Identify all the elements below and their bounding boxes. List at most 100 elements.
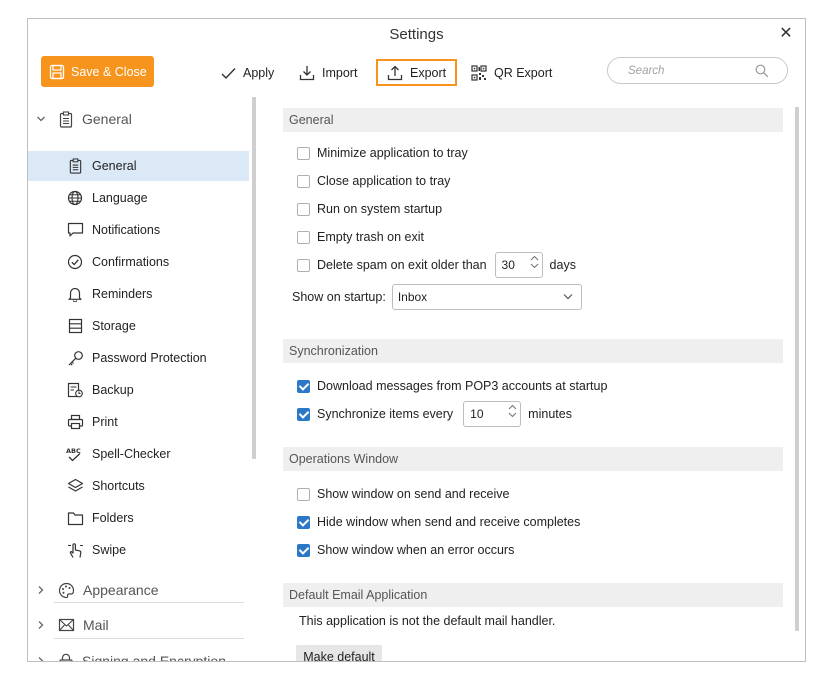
qr-code-icon (471, 65, 487, 81)
category-appearance-label: Appearance (83, 582, 159, 598)
stepper-up-icon[interactable] (530, 255, 539, 261)
sidebar-item-backup[interactable]: Backup (28, 375, 249, 405)
export-label: Export (410, 65, 447, 80)
search-icon[interactable] (755, 64, 769, 81)
settings-content: General Minimize application to tray Clo… (259, 97, 805, 661)
content-scrollbar[interactable] (795, 107, 799, 631)
sidebar-scrollbar[interactable] (252, 97, 256, 459)
import-icon (299, 65, 315, 81)
chevron-right-icon[interactable] (36, 620, 52, 630)
qr-export-button[interactable]: QR Export (471, 62, 552, 84)
export-button[interactable]: Export (376, 59, 457, 86)
shortcuts-icon (66, 478, 84, 494)
sync-every-row: Synchronize items every 10 minutes (297, 401, 572, 427)
sidebar-item-label: Folders (92, 511, 134, 525)
show-window-send-receive-checkbox[interactable]: Show window on send and receive (297, 484, 509, 504)
sidebar-item-label: Storage (92, 319, 136, 333)
sidebar-item-label: Backup (92, 383, 134, 397)
category-signing-label: Signing and Encryption (82, 653, 226, 662)
checkbox[interactable] (297, 487, 310, 501)
category-signing-encryption[interactable]: Signing and Encryption (28, 650, 244, 662)
sidebar-item-folders[interactable]: Folders (28, 503, 249, 533)
checkbox[interactable] (297, 230, 310, 244)
sidebar-item-storage[interactable]: Storage (28, 311, 249, 341)
stepper-down-icon[interactable] (530, 263, 539, 269)
settings-sidebar: General General Language Notifications C (28, 97, 258, 662)
checkbox[interactable] (297, 146, 310, 160)
chevron-down-icon[interactable] (36, 114, 52, 124)
make-default-button[interactable]: Make default (296, 645, 382, 661)
sidebar-item-confirmations[interactable]: Confirmations (28, 247, 249, 277)
sidebar-item-label: Reminders (92, 287, 153, 301)
sidebar-item-language[interactable]: Language (28, 183, 249, 213)
sidebar-item-spell-checker[interactable]: ABC Spell-Checker (28, 439, 249, 469)
category-mail-label: Mail (83, 617, 109, 633)
sidebar-item-print[interactable]: Print (28, 407, 249, 437)
checkbox-checked[interactable] (297, 379, 310, 393)
delete-spam-checkbox[interactable] (297, 258, 310, 272)
section-operations-heading: Operations Window (283, 447, 783, 471)
checkbox-label: Download messages from POP3 accounts at … (317, 379, 608, 393)
empty-trash-checkbox[interactable]: Empty trash on exit (297, 227, 424, 247)
qr-export-label: QR Export (494, 66, 553, 80)
window-title: Settings (389, 26, 444, 43)
category-mail[interactable]: Mail (28, 614, 244, 636)
checkbox[interactable] (297, 174, 310, 188)
sync-minutes-stepper[interactable]: 10 (463, 401, 522, 427)
checkbox[interactable] (297, 202, 310, 216)
backup-icon (66, 382, 84, 398)
export-icon (387, 65, 403, 81)
close-icon[interactable]: ✕ (778, 25, 794, 43)
category-general-label: General (82, 111, 132, 127)
checkmark-icon (221, 67, 236, 80)
show-window-error-checkbox[interactable]: Show window when an error occurs (297, 540, 514, 560)
sidebar-item-reminders[interactable]: Reminders (28, 279, 249, 309)
sync-minutes-value: 10 (470, 407, 484, 421)
divider (54, 602, 244, 603)
sidebar-item-general[interactable]: General (28, 151, 249, 181)
checkbox-label: Close application to tray (317, 174, 451, 188)
sidebar-item-password-protection[interactable]: Password Protection (28, 343, 249, 373)
search-box[interactable] (607, 57, 788, 84)
sidebar-item-swipe[interactable]: Swipe (28, 535, 249, 565)
stepper-up-icon[interactable] (508, 404, 517, 410)
checkbox-checked[interactable] (297, 543, 310, 557)
key-icon (66, 350, 84, 367)
show-on-startup-dropdown[interactable]: Inbox (391, 284, 582, 310)
sidebar-item-shortcuts[interactable]: Shortcuts (28, 471, 249, 501)
checkbox-label: Delete spam on exit older than (317, 258, 487, 272)
checkbox-label: Show window on send and receive (317, 487, 510, 501)
section-default-email-heading: Default Email Application (283, 583, 783, 607)
lock-icon (58, 653, 74, 661)
apply-button[interactable]: Apply (221, 62, 274, 84)
chevron-right-icon[interactable] (36, 656, 52, 661)
sidebar-item-label: Shortcuts (92, 479, 145, 493)
sidebar-item-label: Spell-Checker (92, 447, 171, 461)
palette-icon (58, 582, 75, 599)
save-close-button[interactable]: Save & Close (41, 56, 154, 87)
spam-days-stepper[interactable]: 30 (494, 252, 543, 278)
category-general[interactable]: General (28, 108, 244, 130)
save-close-label: Save & Close (71, 64, 147, 79)
minimize-to-tray-checkbox[interactable]: Minimize application to tray (297, 143, 468, 163)
minutes-label: minutes (528, 407, 572, 421)
category-appearance[interactable]: Appearance (28, 579, 244, 601)
search-input[interactable] (626, 63, 750, 78)
checkbox-label: Empty trash on exit (317, 230, 424, 244)
checkbox-checked[interactable] (297, 515, 310, 529)
hide-window-complete-checkbox[interactable]: Hide window when send and receive comple… (297, 512, 580, 532)
import-button[interactable]: Import (299, 62, 357, 84)
stepper-down-icon[interactable] (508, 412, 517, 418)
speech-bubble-icon (66, 222, 84, 238)
sidebar-item-notifications[interactable]: Notifications (28, 215, 249, 245)
download-pop3-checkbox[interactable]: Download messages from POP3 accounts at … (297, 376, 607, 396)
close-to-tray-checkbox[interactable]: Close application to tray (297, 171, 450, 191)
chevron-right-icon[interactable] (36, 585, 52, 595)
save-icon (49, 64, 65, 80)
sidebar-item-label: Swipe (92, 543, 127, 557)
spellcheck-icon: ABC (66, 446, 84, 462)
check-circle-icon (66, 254, 84, 270)
swipe-hand-icon (66, 542, 84, 559)
sync-every-checkbox[interactable] (297, 407, 310, 421)
run-on-startup-checkbox[interactable]: Run on system startup (297, 199, 442, 219)
